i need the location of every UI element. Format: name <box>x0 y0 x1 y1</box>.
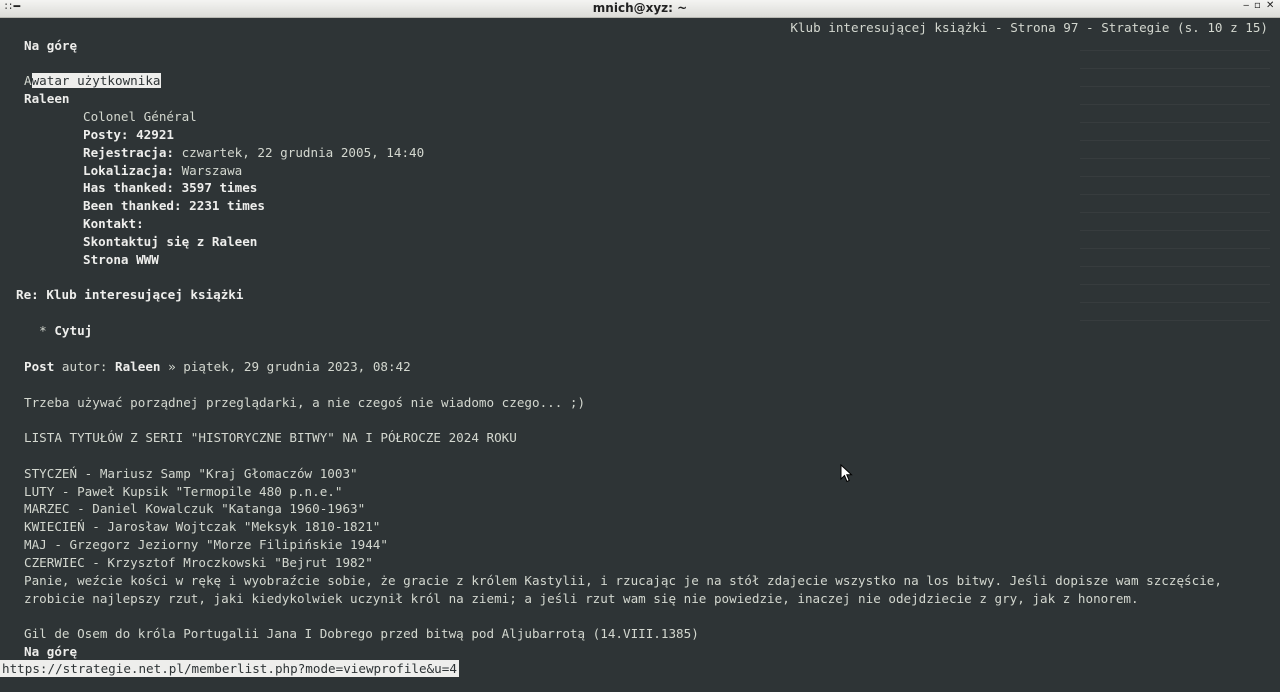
signature-line: zrobicie najlepszy rzut, jaki kiedykolwi… <box>24 591 1139 606</box>
profile-contact-label: Kontakt: <box>83 216 144 231</box>
post-date: » piątek, 29 grudnia 2023, 08:42 <box>160 359 411 374</box>
signature-line: Panie, weźcie kości w rękę i wyobraźcie … <box>24 573 1222 588</box>
faded-background-panel <box>1080 50 1270 370</box>
post-body-text: Trzeba używać porządnej przeglądarki, a … <box>24 395 586 410</box>
status-url-bar: https://strategie.net.pl/memberlist.php?… <box>0 660 459 677</box>
list-item: STYCZEŃ - Mariusz Samp "Kraj Głomaczów 1… <box>24 466 358 481</box>
quote-item: * Cytuj <box>24 323 93 338</box>
quote-link[interactable]: Cytuj <box>54 323 92 338</box>
profile-thanked: Has thanked: 3597 times <box>83 180 258 195</box>
post-subject[interactable]: Re: Klub interesującej książki <box>16 287 243 302</box>
contact-user-link[interactable]: Skontaktuj się z Raleen <box>83 234 257 249</box>
avatar-link[interactable]: Awatar użytkownika <box>24 72 161 90</box>
avatar-highlight: watar użytkownika <box>31 73 161 88</box>
post-link[interactable]: Post <box>24 359 54 374</box>
mouse-pointer-icon <box>840 464 853 483</box>
bottom-top-link[interactable]: Na górę <box>24 644 77 659</box>
post-author[interactable]: Raleen <box>115 359 161 374</box>
signature-source: Gil de Osem do króla Portugalii Jana I D… <box>24 626 699 641</box>
profile-rank: Colonel Général <box>83 109 197 124</box>
window-titlebar[interactable]: ∷ ━ mnich@xyz: ~ ‒ ▫ ✕ <box>0 0 1280 18</box>
window-title: mnich@xyz: ~ <box>592 1 688 15</box>
profile-been-thanked: Been thanked: 2231 times <box>83 198 265 213</box>
maximize-icon[interactable]: ▫ <box>1254 0 1261 11</box>
profile-username[interactable]: Raleen <box>24 91 70 106</box>
page-header: Klub interesującej książki - Strona 97 -… <box>790 20 1268 35</box>
close-icon[interactable]: ✕ <box>1266 0 1274 11</box>
list-item: KWIECIEŃ - Jarosław Wojtczak "Meksyk 181… <box>24 519 381 534</box>
list-title: LISTA TYTUŁÓW Z SERII "HISTORYCZNE BITWY… <box>24 430 517 445</box>
list-item: CZERWIEC - Krzysztof Mroczkowski "Bejrut… <box>24 555 373 570</box>
top-link[interactable]: Na górę <box>24 38 77 53</box>
list-item: MARZEC - Daniel Kowalczuk "Katanga 1960-… <box>24 501 366 516</box>
website-link[interactable]: Strona WWW <box>83 252 159 267</box>
profile-location: Lokalizacja: Warszawa <box>83 163 243 178</box>
profile-posts: Posty: 42921 <box>83 127 175 142</box>
post-author-line: Post autor: Raleen » piątek, 29 grudnia … <box>24 359 411 374</box>
minimize-icon[interactable]: ‒ <box>1243 0 1249 11</box>
list-item: LUTY - Paweł Kupsik "Termopile 480 p.n.e… <box>24 484 343 499</box>
list-item: MAJ - Grzegorz Jeziorny "Morze Filipińsk… <box>24 537 388 552</box>
profile-registration: Rejestracja: czwartek, 22 grudnia 2005, … <box>83 145 425 160</box>
